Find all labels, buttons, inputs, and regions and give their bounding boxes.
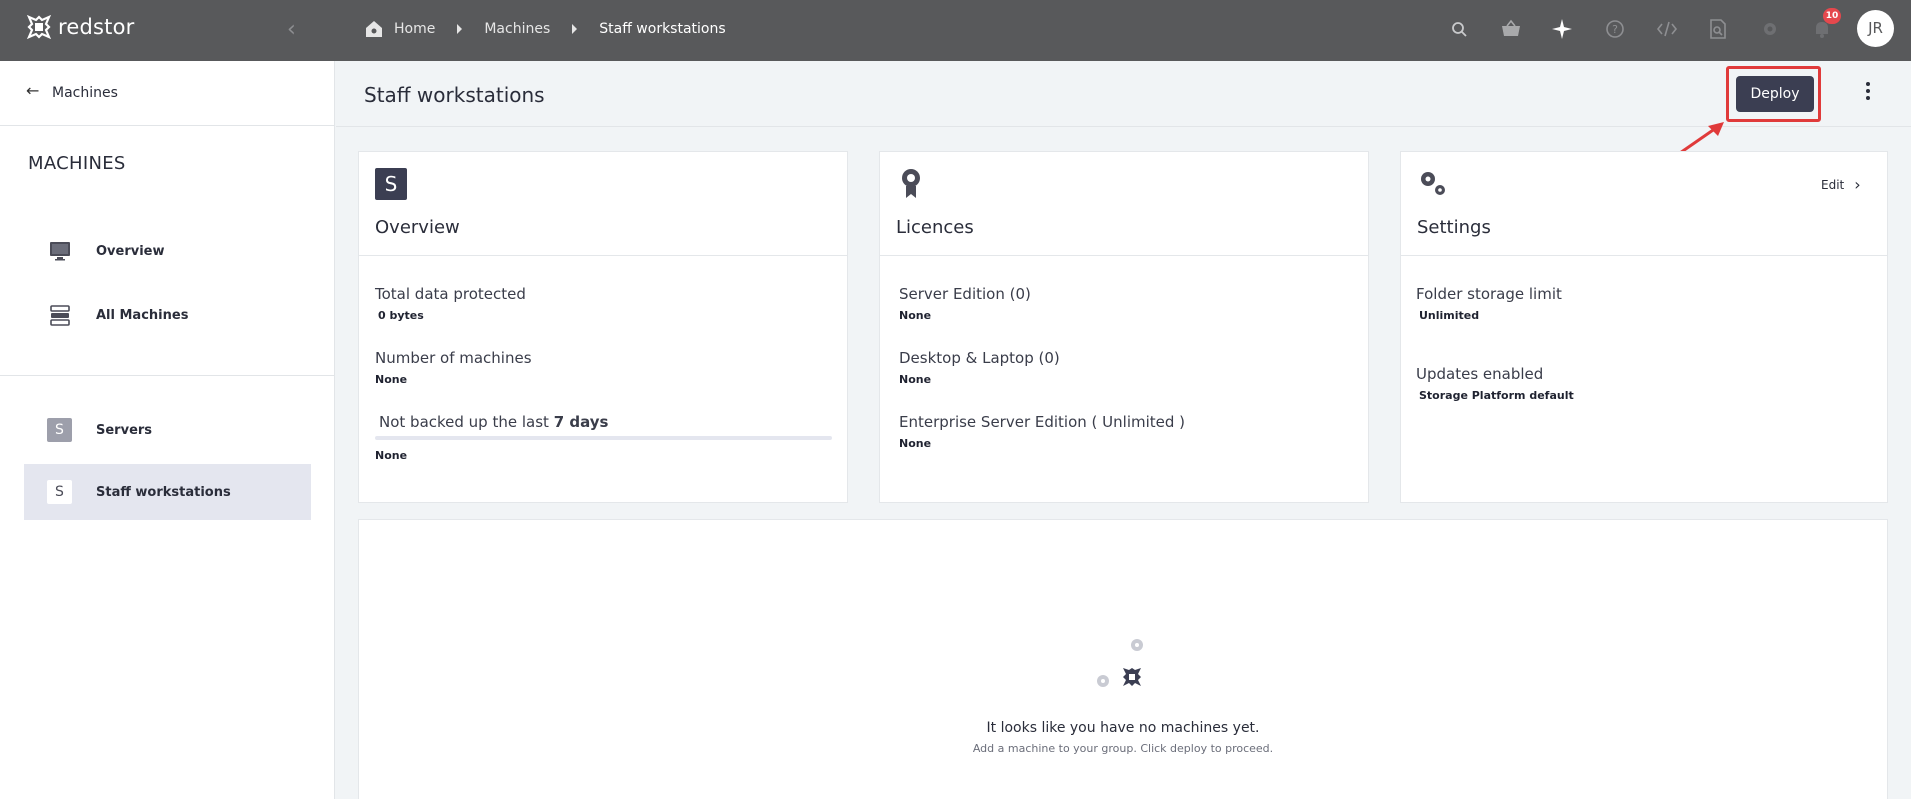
empty-state-subtitle: Add a machine to your group. Click deplo… xyxy=(972,742,1274,755)
edit-label[interactable]: Edit xyxy=(1821,178,1844,192)
field-label: Desktop & Laptop (0) xyxy=(899,349,1060,367)
document-search-icon[interactable] xyxy=(1706,17,1730,41)
sparkle-icon[interactable] xyxy=(1550,17,1574,41)
monitor-icon xyxy=(50,242,70,261)
card-header: S Overview xyxy=(359,152,847,256)
sidebar-item-label: Overview xyxy=(96,243,165,259)
sidebar-item-label: Servers xyxy=(96,422,153,438)
brand-name: redstor xyxy=(58,15,135,39)
breadcrumb-current: Staff workstations xyxy=(599,21,726,37)
card-header: Settings Edit › xyxy=(1401,152,1887,256)
server-stack-icon xyxy=(50,305,70,326)
settings-card: Settings Edit › Folder storage limit Unl… xyxy=(1400,151,1888,503)
field-value: None xyxy=(899,309,932,322)
avatar[interactable]: JR xyxy=(1857,10,1894,47)
page-title: Staff workstations xyxy=(364,83,545,107)
brand[interactable]: redstor xyxy=(26,14,134,40)
gears-icon xyxy=(1421,172,1445,195)
gear-icon[interactable] xyxy=(1758,17,1782,41)
field-value: 0 bytes xyxy=(378,309,424,322)
chevron-right-icon[interactable]: › xyxy=(1854,175,1860,194)
code-icon[interactable] xyxy=(1655,17,1679,41)
top-bar: redstor ‹ Home Machines Staff workstatio… xyxy=(0,0,1911,61)
field-label: Enterprise Server Edition ( Unlimited ) xyxy=(899,413,1186,431)
backup-label-days: 7 days xyxy=(553,413,609,431)
empty-state-title: It looks like you have no machines yet. xyxy=(986,720,1260,736)
field-value: None xyxy=(899,437,932,450)
sidebar-item-label: Staff workstations xyxy=(96,484,231,500)
notification-badge: 10 xyxy=(1823,8,1841,24)
field-label: Total data protected xyxy=(375,285,526,303)
svg-text:?: ? xyxy=(1612,23,1618,36)
backup-label-prefix: Not backed up the last xyxy=(379,413,549,431)
breadcrumb-separator-icon xyxy=(457,24,463,34)
sidebar-item-all-machines[interactable]: All Machines xyxy=(24,287,311,343)
settings-edit-link[interactable]: Edit › xyxy=(1821,175,1861,194)
field-label: Server Edition (0) xyxy=(899,285,1031,303)
sidebar-section-title: MACHINES xyxy=(28,153,126,174)
field-value: None xyxy=(375,373,408,386)
home-icon[interactable] xyxy=(364,19,384,39)
search-icon[interactable] xyxy=(1447,17,1471,41)
card-title: Overview xyxy=(375,217,460,238)
card-title: Settings xyxy=(1417,217,1491,238)
back-label[interactable]: Machines xyxy=(52,85,118,101)
field-label: Folder storage limit xyxy=(1416,285,1562,303)
help-icon[interactable]: ? xyxy=(1603,17,1627,41)
empty-machines-icon xyxy=(1097,639,1143,687)
breadcrumb-home[interactable]: Home xyxy=(394,21,435,37)
field-value: Storage Platform default xyxy=(1419,389,1574,402)
breadcrumb: Home Machines Staff workstations xyxy=(364,19,726,39)
redstor-logo-icon xyxy=(26,14,52,40)
back-arrow-icon[interactable]: ← xyxy=(26,81,39,100)
group-chip: S xyxy=(47,418,72,442)
sidebar-back[interactable]: ← Machines xyxy=(0,61,335,126)
sidebar-group-staff-workstations[interactable]: S Staff workstations xyxy=(24,464,311,520)
deploy-button[interactable]: Deploy xyxy=(1736,76,1814,112)
group-letter-icon: S xyxy=(375,168,407,200)
field-label: Updates enabled xyxy=(1416,365,1544,383)
sidebar: ← Machines MACHINES Overview All Machine… xyxy=(0,61,335,799)
award-icon xyxy=(902,169,920,198)
card-header: Licences xyxy=(880,152,1368,256)
sidebar-item-label: All Machines xyxy=(96,307,189,323)
field-value: None xyxy=(375,449,408,462)
backup-progress-bar xyxy=(375,436,832,440)
collapse-sidebar-icon[interactable]: ‹ xyxy=(287,18,305,42)
breadcrumb-machines[interactable]: Machines xyxy=(484,21,550,37)
field-value: None xyxy=(899,373,932,386)
sidebar-divider xyxy=(0,375,335,376)
breadcrumb-separator-icon xyxy=(572,24,578,34)
more-options-icon[interactable] xyxy=(1860,82,1876,102)
machines-empty-state: It looks like you have no machines yet. … xyxy=(358,519,1888,799)
overview-card: S Overview Total data protected 0 bytes … xyxy=(358,151,848,503)
group-chip: S xyxy=(47,480,72,504)
sidebar-group-servers[interactable]: S Servers xyxy=(24,402,311,458)
backup-label: Not backed up the last 7 days xyxy=(379,413,608,431)
field-value: Unlimited xyxy=(1419,309,1480,322)
sidebar-item-overview[interactable]: Overview xyxy=(24,223,311,279)
card-title: Licences xyxy=(896,217,974,238)
basket-icon[interactable] xyxy=(1499,17,1523,41)
field-label: Number of machines xyxy=(375,349,532,367)
licences-card: Licences Server Edition (0) None Desktop… xyxy=(879,151,1369,503)
